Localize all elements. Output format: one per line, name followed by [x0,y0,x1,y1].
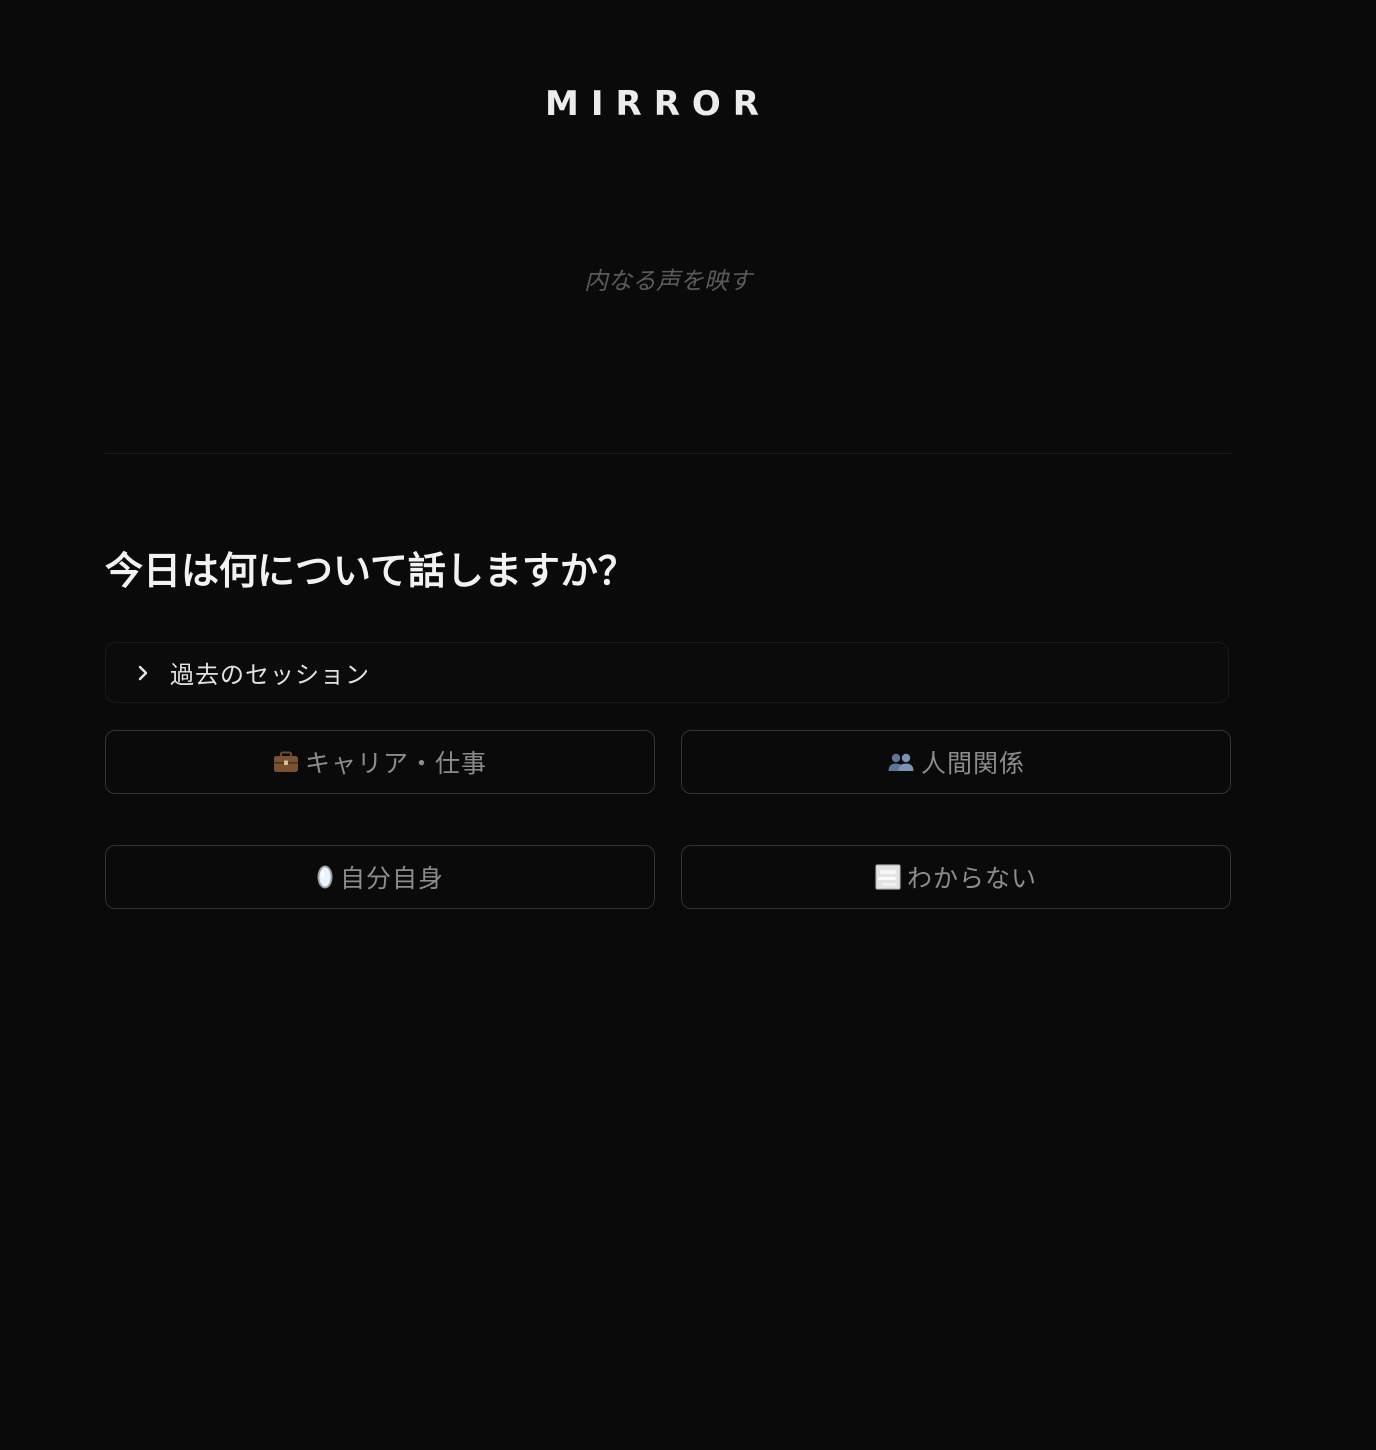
topic-relationships-label: 人間関係 [920,749,1025,778]
app-root: MIRROR 内なる声を映す 今日は何について話しますか？ 過去のセッション キ… [0,0,1376,1450]
past-sessions-label: 過去のセッション [170,661,370,689]
briefcase-icon [273,751,299,773]
topic-relationships-button[interactable]: 人間関係 [681,730,1231,794]
page-title: 今日は何について話しますか？ [105,549,636,593]
topic-unknown-label: わからない [906,864,1037,893]
brand-logo: MIRROR [545,84,771,124]
people-icon [887,751,915,773]
mirror-icon [316,864,334,890]
tagline: 内なる声を映す [584,267,752,295]
past-sessions-toggle[interactable]: 過去のセッション [105,642,1229,703]
topic-career-button[interactable]: キャリア・仕事 [105,730,655,794]
chevron-right-icon [134,664,152,682]
topic-self-button[interactable]: 自分自身 [105,845,655,909]
topic-unknown-button[interactable]: わからない [681,845,1231,909]
topic-career-label: キャリア・仕事 [304,749,487,778]
topic-self-label: 自分自身 [339,864,444,893]
fog-icon [875,864,901,890]
divider [105,453,1231,454]
